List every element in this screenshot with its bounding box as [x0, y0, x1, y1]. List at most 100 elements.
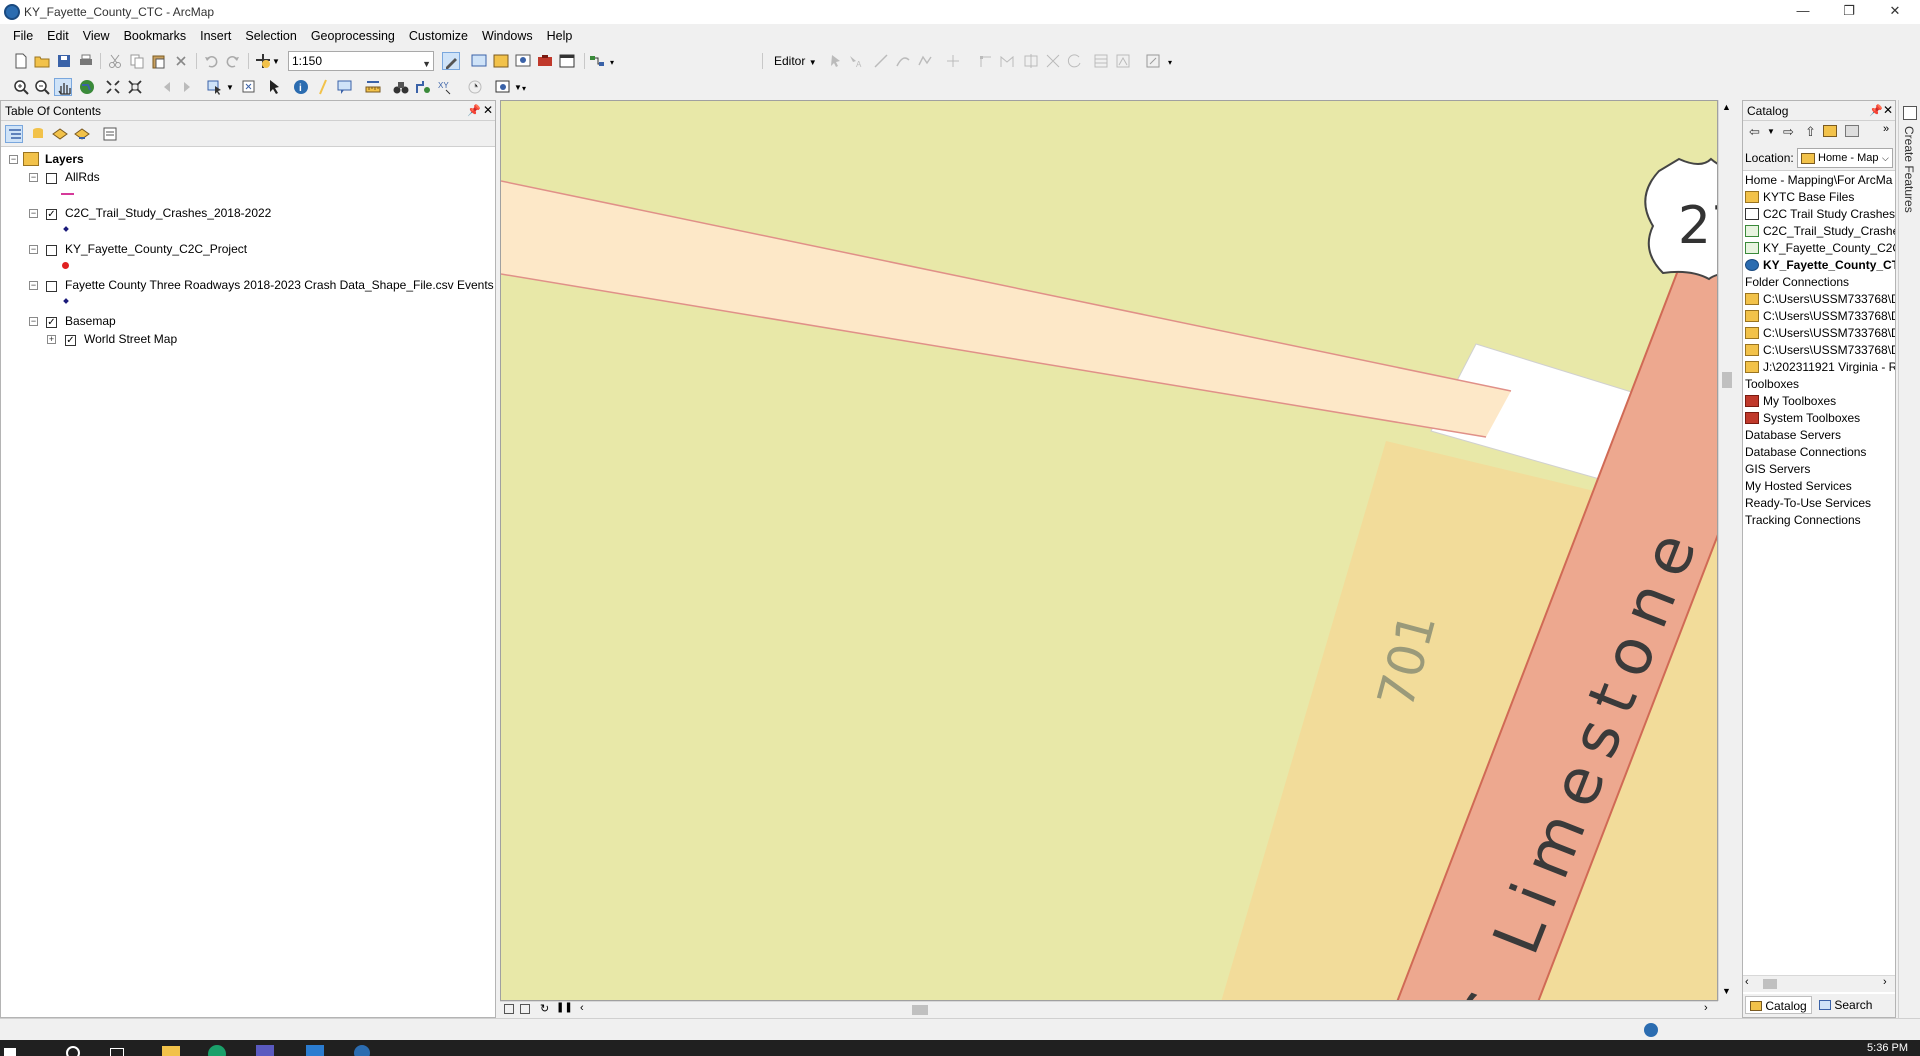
allrds-visibility-checkbox[interactable]: [46, 173, 57, 184]
outlook-icon[interactable]: [306, 1045, 324, 1056]
task-view-icon[interactable]: [110, 1048, 124, 1056]
copy-icon[interactable]: [128, 52, 146, 70]
expand-world-street-map-icon[interactable]: +: [47, 335, 56, 344]
redo-icon[interactable]: [224, 52, 242, 70]
select-by-rectangle-icon[interactable]: [206, 78, 224, 96]
collapse-c2c-crashes-icon[interactable]: −: [29, 209, 38, 218]
catalog-item-my-toolboxes[interactable]: My Toolboxes: [1745, 393, 1836, 410]
collapse-crash-events-icon[interactable]: −: [29, 281, 38, 290]
chevron-down-icon[interactable]: ▼: [422, 55, 431, 73]
edge-browser-icon[interactable]: [208, 1045, 226, 1056]
fixed-zoom-out-icon[interactable]: [126, 78, 144, 96]
create-viewer-window-icon[interactable]: [494, 78, 512, 96]
data-view-icon[interactable]: [520, 1004, 530, 1014]
hyperlink-icon[interactable]: [314, 78, 332, 96]
catalog-item-c2c-project-shapefile[interactable]: KY_Fayette_County_C2C: [1745, 240, 1895, 257]
network-globe-icon[interactable]: [1644, 1023, 1658, 1037]
location-combo[interactable]: Home - Map ⌵: [1797, 148, 1893, 168]
list-by-drawing-order-icon[interactable]: [5, 125, 23, 143]
straight-segment-icon[interactable]: [872, 52, 890, 70]
map-view[interactable]: 27 S Limestone 701: [500, 100, 1718, 1001]
back-arrow-icon[interactable]: ⇦: [1749, 124, 1760, 140]
tab-catalog[interactable]: Catalog: [1745, 996, 1812, 1014]
scroll-right-icon[interactable]: ›: [1704, 1002, 1708, 1014]
go-back-icon[interactable]: [158, 78, 176, 96]
layout-view-icon[interactable]: [504, 1004, 514, 1014]
windows-start-icon[interactable]: [4, 1048, 16, 1056]
pause-drawing-icon[interactable]: ❚❚: [556, 1002, 573, 1013]
search-window-icon[interactable]: [514, 52, 532, 70]
edit-tool-icon[interactable]: [826, 52, 844, 70]
catalog-item-c2c-table[interactable]: C2C Trail Study Crashes 2: [1745, 206, 1895, 223]
connect-folder-icon[interactable]: [1845, 125, 1859, 137]
map-scale-combo[interactable]: 1:150 ▼: [288, 51, 434, 71]
editor-menu-button[interactable]: Editor ▼: [770, 51, 821, 71]
identify-icon[interactable]: i: [292, 78, 310, 96]
editor-toolbar-icon[interactable]: [442, 52, 460, 70]
python-window-icon[interactable]: [558, 52, 576, 70]
zoom-in-icon[interactable]: [12, 78, 30, 96]
menu-help[interactable]: Help: [540, 25, 580, 47]
clear-selection-icon[interactable]: [240, 78, 258, 96]
refresh-icon[interactable]: ↻: [540, 1002, 549, 1015]
file-explorer-icon[interactable]: [162, 1046, 180, 1056]
menu-customize[interactable]: Customize: [402, 25, 475, 47]
layer-crash-events-label[interactable]: Fayette County Three Roadways 2018-2023 …: [65, 276, 494, 294]
pin-icon[interactable]: 📌: [467, 104, 481, 117]
catalog-item-kytc-base-files[interactable]: KYTC Base Files: [1745, 189, 1854, 206]
go-forward-icon[interactable]: [178, 78, 196, 96]
collapse-layers-icon[interactable]: −: [9, 155, 18, 164]
point-icon[interactable]: [944, 52, 962, 70]
scroll-thumb[interactable]: [912, 1005, 928, 1015]
minimize-button[interactable]: —: [1780, 0, 1826, 24]
scroll-right-icon[interactable]: ›: [1883, 976, 1887, 988]
catalog-item-tracking-connections[interactable]: Tracking Connections: [1745, 512, 1861, 529]
find-route-icon[interactable]: [414, 78, 432, 96]
cut-icon[interactable]: [106, 52, 124, 70]
viewer-dropdown-icon[interactable]: ▼: [514, 83, 522, 92]
undo-icon[interactable]: [202, 52, 220, 70]
fixed-zoom-in-icon[interactable]: [104, 78, 122, 96]
endpoint-arc-icon[interactable]: [894, 52, 912, 70]
catalog-item-ready-to-use-services[interactable]: Ready-To-Use Services: [1745, 495, 1871, 512]
up-one-level-icon[interactable]: ⇧: [1805, 124, 1816, 140]
c2c-project-visibility-checkbox[interactable]: [46, 245, 57, 256]
print-icon[interactable]: [77, 52, 95, 70]
catalog-item-database-connections[interactable]: Database Connections: [1745, 444, 1866, 461]
scroll-up-icon[interactable]: ▲: [1722, 102, 1731, 112]
menu-geoprocessing[interactable]: Geoprocessing: [304, 25, 402, 47]
scroll-thumb[interactable]: [1722, 372, 1732, 388]
paste-icon[interactable]: [150, 52, 168, 70]
close-button[interactable]: ✕: [1872, 0, 1918, 24]
measure-icon[interactable]: [364, 78, 382, 96]
scroll-left-icon[interactable]: ‹: [580, 1002, 584, 1014]
crash-events-visibility-checkbox[interactable]: [46, 281, 57, 292]
edit-vertices-icon[interactable]: [978, 52, 996, 70]
reshape-icon[interactable]: [998, 52, 1016, 70]
more-options-icon[interactable]: »: [1883, 123, 1889, 135]
list-by-source-icon[interactable]: [29, 125, 47, 143]
layers-root[interactable]: Layers: [23, 150, 84, 168]
edit-annotation-icon[interactable]: A: [846, 52, 864, 70]
catalog-item-my-hosted-services[interactable]: My Hosted Services: [1745, 478, 1852, 495]
teams-icon[interactable]: [256, 1045, 274, 1056]
scroll-thumb[interactable]: [1763, 979, 1777, 989]
find-binoculars-icon[interactable]: [392, 78, 410, 96]
catalog-item-c2c-shapefile[interactable]: C2C_Trail_Study_Crashes: [1745, 223, 1895, 240]
forward-arrow-icon[interactable]: ⇨: [1783, 124, 1794, 140]
full-extent-globe-icon[interactable]: [78, 78, 96, 96]
open-folder-icon[interactable]: [33, 52, 51, 70]
restore-button[interactable]: ❐: [1826, 0, 1872, 24]
select-dropdown-icon[interactable]: ▼: [226, 83, 234, 92]
home-folder-icon[interactable]: [1823, 125, 1837, 137]
data-frame-icon[interactable]: [470, 52, 488, 70]
attributes-icon[interactable]: [1092, 52, 1110, 70]
catalog-item-database-servers[interactable]: Database Servers: [1745, 427, 1841, 444]
catalog-window-icon[interactable]: [492, 52, 510, 70]
collapse-c2c-project-icon[interactable]: −: [29, 245, 38, 254]
catalog-item-system-toolboxes[interactable]: System Toolboxes: [1745, 410, 1860, 427]
menu-selection[interactable]: Selection: [238, 25, 303, 47]
arcmap-taskbar-icon[interactable]: [354, 1045, 370, 1056]
delete-icon[interactable]: [172, 52, 190, 70]
layer-world-street-map-label[interactable]: World Street Map: [84, 330, 177, 348]
